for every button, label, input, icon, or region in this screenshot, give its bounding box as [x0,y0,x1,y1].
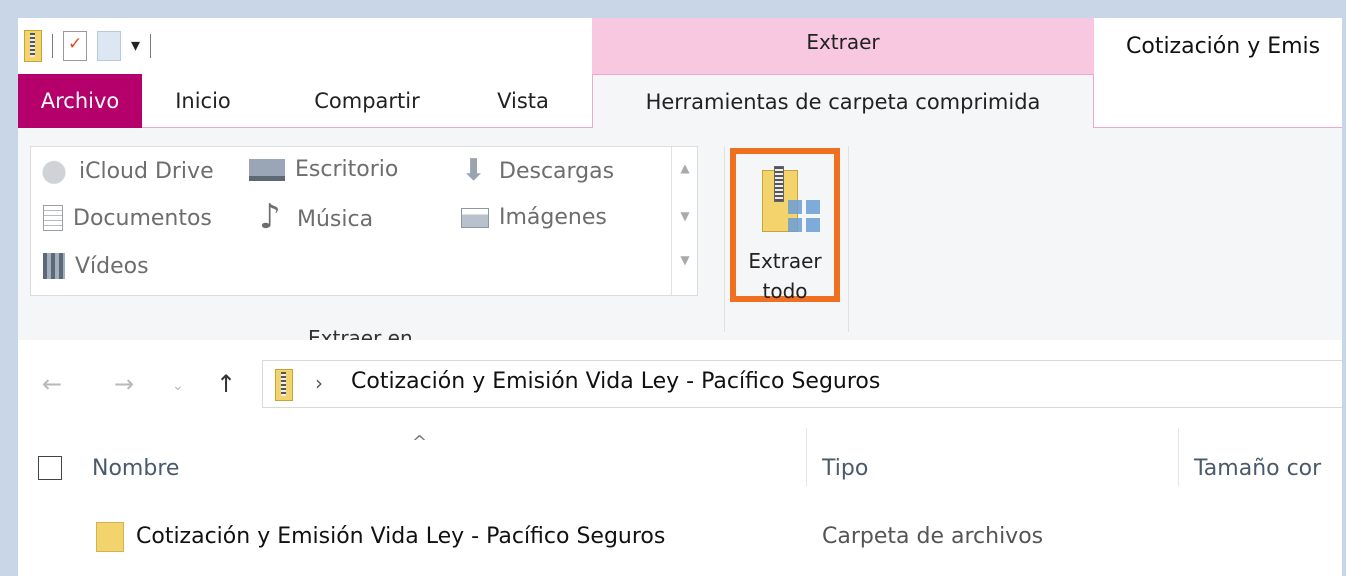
up-arrow-icon[interactable]: ↑ [216,370,236,398]
gallery-item-label: Documentos [73,205,212,231]
contextual-tab-group-label: Extraer [806,30,880,54]
gallery-item-label: Vídeos [75,253,149,279]
qat-separator [150,34,152,58]
extract-to-gallery: iCloud Drive Escritorio Descargas Docume… [30,146,698,296]
customize-qat-chevron-icon[interactable]: ▾ [131,37,140,55]
properties-icon[interactable] [63,31,87,61]
tab-vista[interactable]: Vista [478,74,568,128]
breadcrumb-separator-icon[interactable]: › [315,371,323,395]
file-name[interactable]: Cotización y Emisión Vida Ley - Pacífico… [136,524,665,549]
column-header-type[interactable]: Tipo [822,456,868,481]
new-folder-icon[interactable] [97,31,121,61]
extract-all-button[interactable]: Extraer todo [730,148,840,303]
gallery-scrollbar[interactable]: ▲ ▼ ▼ [671,147,698,295]
documents-icon [43,205,63,231]
tab-compartir[interactable]: Compartir [294,74,440,128]
extract-all-icon [762,166,820,236]
videos-icon [43,253,65,279]
select-all-checkbox[interactable] [38,456,62,480]
gallery-item-escritorio[interactable]: Escritorio [249,157,398,182]
ribbon-group-separator [724,146,725,332]
tab-archivo[interactable]: Archivo [18,74,142,128]
quick-access-toolbar: ▾ [24,28,152,64]
gallery-item-label: iCloud Drive [79,158,214,184]
forward-arrow-icon[interactable]: → [114,370,134,398]
column-header-name[interactable]: Nombre [92,456,179,481]
qat-separator [52,34,53,58]
file-explorer-window: Extraer Cotización y Emis ▾ Archivo Inic… [18,18,1342,576]
zip-folder-icon[interactable] [24,30,42,62]
gallery-item-label: Imágenes [499,205,607,230]
desktop-icon [249,158,285,181]
address-bar[interactable]: › Cotización y Emisión Vida Ley - Pacífi… [262,360,1342,408]
column-separator[interactable] [806,428,807,486]
download-icon [459,153,489,188]
gallery-item-label: Música [297,206,374,232]
file-type: Carpeta de archivos [822,524,1044,549]
zip-folder-icon [275,369,293,401]
recent-locations-chevron-icon[interactable]: ⌄ [172,378,184,394]
gallery-expand-icon[interactable]: ▼ [672,253,698,267]
gallery-item-videos[interactable]: Vídeos [43,253,149,279]
gallery-item-label: Escritorio [295,157,399,182]
sort-ascending-icon: ^ [412,432,428,453]
breadcrumb-path[interactable]: Cotización y Emisión Vida Ley - Pacífico… [351,369,880,394]
tab-inicio[interactable]: Inicio [158,74,248,128]
ribbon: iCloud Drive Escritorio Descargas Docume… [18,128,1342,350]
back-arrow-icon[interactable]: ← [42,370,62,398]
cloud-icon [39,157,69,185]
navigation-bar: ← → ⌄ ↑ › Cotización y Emisión Vida Ley … [18,340,1342,428]
gallery-item-documentos[interactable]: Documentos [43,205,212,231]
pictures-icon [461,207,489,228]
chevron-up-icon[interactable]: ▲ [672,161,698,175]
chevron-down-icon[interactable]: ▼ [672,209,698,223]
tab-herramientas-carpeta-comprimida[interactable]: Herramientas de carpeta comprimida [592,74,1094,129]
column-header-size[interactable]: Tamaño cor [1194,456,1321,481]
window-title: Cotización y Emis [1126,34,1321,59]
gallery-item-descargas[interactable]: Descargas [459,153,615,188]
gallery-item-icloud-drive[interactable]: iCloud Drive [39,157,214,185]
ribbon-group-separator [848,146,849,332]
gallery-item-label: Descargas [499,158,615,184]
gallery-item-musica[interactable]: Música [257,197,374,237]
music-icon [257,197,287,237]
column-separator[interactable] [1178,428,1179,486]
file-list: ^ Nombre Tipo Tamaño cor Cotización y Em… [18,428,1342,576]
extract-all-label: Extraer todo [748,249,822,303]
folder-icon [96,522,124,552]
gallery-item-imagenes[interactable]: Imágenes [461,205,607,230]
